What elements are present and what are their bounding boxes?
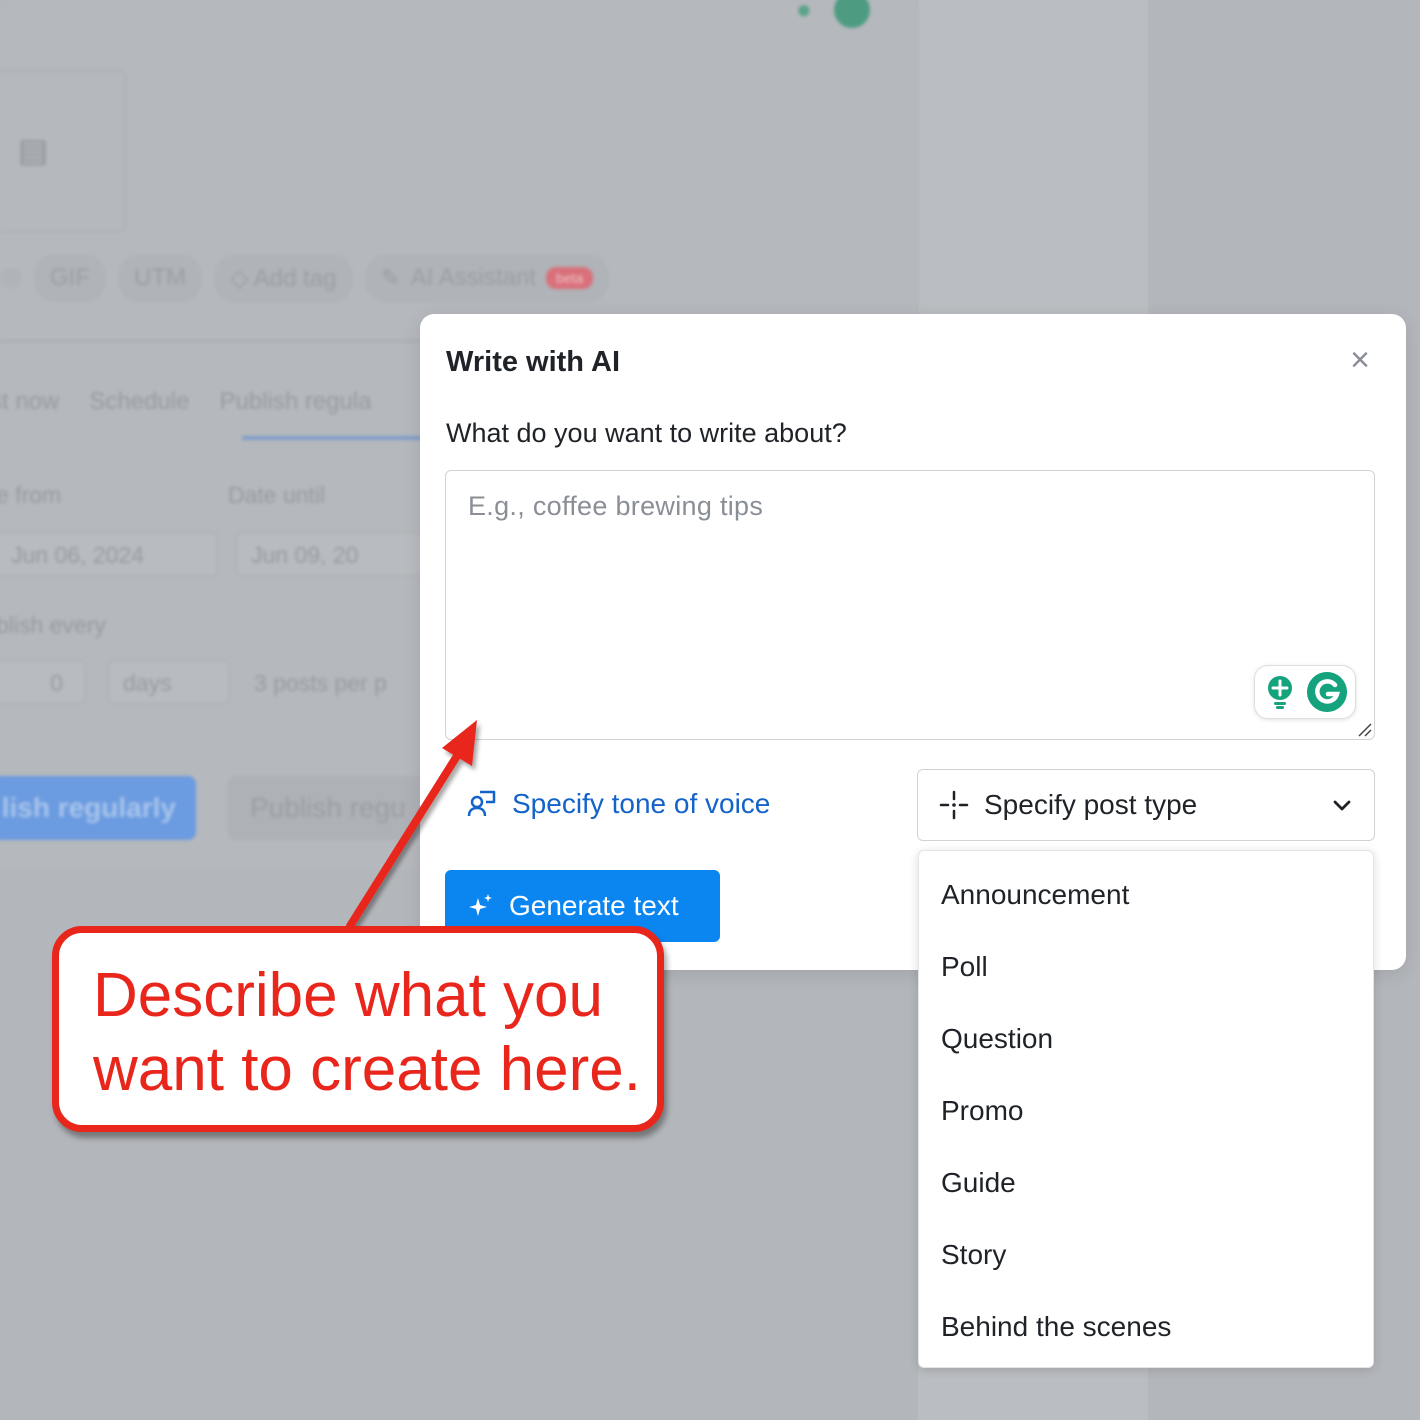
- image-icon: ▤: [18, 132, 49, 168]
- interval-field: 0: [0, 660, 86, 704]
- date-from-label: e from: [0, 482, 62, 508]
- publish-every-label: blish every: [0, 612, 106, 638]
- gif-button: GIF: [34, 254, 106, 302]
- option-guide[interactable]: Guide: [941, 1167, 1016, 1199]
- generate-text-label: Generate text: [509, 890, 679, 921]
- close-icon[interactable]: ×: [1344, 343, 1376, 377]
- option-promo[interactable]: Promo: [941, 1095, 1023, 1127]
- publish-regularly-secondary-button: Publish regu: [228, 776, 428, 840]
- tab-publish-regularly: Publish regula: [219, 388, 372, 415]
- option-poll[interactable]: Poll: [941, 951, 988, 983]
- specify-tone-label: Specify tone of voice: [512, 788, 771, 819]
- option-announcement[interactable]: Announcement: [941, 879, 1129, 911]
- option-question[interactable]: Question: [941, 1023, 1053, 1055]
- prompt-placeholder: E.g., coffee brewing tips: [468, 491, 764, 521]
- location-pin-icon: ●: [796, 0, 812, 24]
- lightbulb-icon: [1268, 676, 1292, 709]
- option-story[interactable]: Story: [941, 1239, 1006, 1271]
- sparkles-icon: [469, 894, 492, 916]
- sparkle-cross-icon: [939, 790, 969, 820]
- post-type-select[interactable]: Specify post type: [917, 769, 1375, 841]
- prompt-textarea[interactable]: E.g., coffee brewing tips: [445, 470, 1375, 740]
- annotation-callout: Describe what you want to create here.: [52, 926, 664, 1132]
- publish-tabs: st now Schedule Publish regula: [0, 388, 372, 416]
- tab-post-now: st now: [0, 388, 60, 415]
- posts-per-text: 3 posts per p: [254, 670, 387, 696]
- add-tag-label: Add tag: [253, 264, 337, 292]
- interval-unit-select: days: [108, 660, 230, 704]
- dialog-title: Write with AI: [446, 346, 620, 378]
- grammarly-widget[interactable]: [1254, 665, 1356, 719]
- add-tag-button: ◇ Add tag: [213, 253, 353, 303]
- option-behind-the-scenes[interactable]: Behind the scenes: [941, 1311, 1171, 1343]
- chevron-down-icon: [1333, 800, 1351, 811]
- active-tab-indicator: [242, 436, 422, 440]
- editor-toolbar: GIF UTM ◇ Add tag ✎ AI Assistant beta: [0, 253, 610, 303]
- grammarly-icon: [1307, 672, 1347, 712]
- specify-tone-link[interactable]: Specify tone of voice: [466, 788, 770, 820]
- toolbar-chip-partial: [0, 268, 22, 288]
- post-type-dropdown: Announcement Poll Question Promo Guide S…: [918, 850, 1374, 1368]
- tone-of-voice-icon: [467, 790, 496, 817]
- utm-button: UTM: [118, 254, 202, 302]
- publish-regularly-button: lish regularly: [0, 776, 196, 840]
- beta-badge: beta: [546, 267, 594, 289]
- divider: [0, 340, 430, 342]
- date-until-label: Date until: [228, 482, 326, 508]
- date-from-field: Jun 06, 2024: [0, 532, 218, 576]
- prompt-label: What do you want to write about?: [446, 418, 847, 448]
- ai-assistant-label: AI Assistant: [410, 264, 537, 291]
- annotation-text: Describe what you want to create here.: [93, 961, 641, 1104]
- grammarly-icon: [834, 0, 870, 28]
- tab-schedule: Schedule: [89, 388, 190, 415]
- date-until-field: Jun 09, 20: [236, 532, 426, 576]
- background-top-icons: ●: [790, 0, 890, 34]
- ai-assistant-button: ✎ AI Assistant beta: [364, 253, 610, 303]
- resize-handle-icon[interactable]: [1356, 721, 1372, 737]
- post-type-placeholder: Specify post type: [984, 789, 1198, 820]
